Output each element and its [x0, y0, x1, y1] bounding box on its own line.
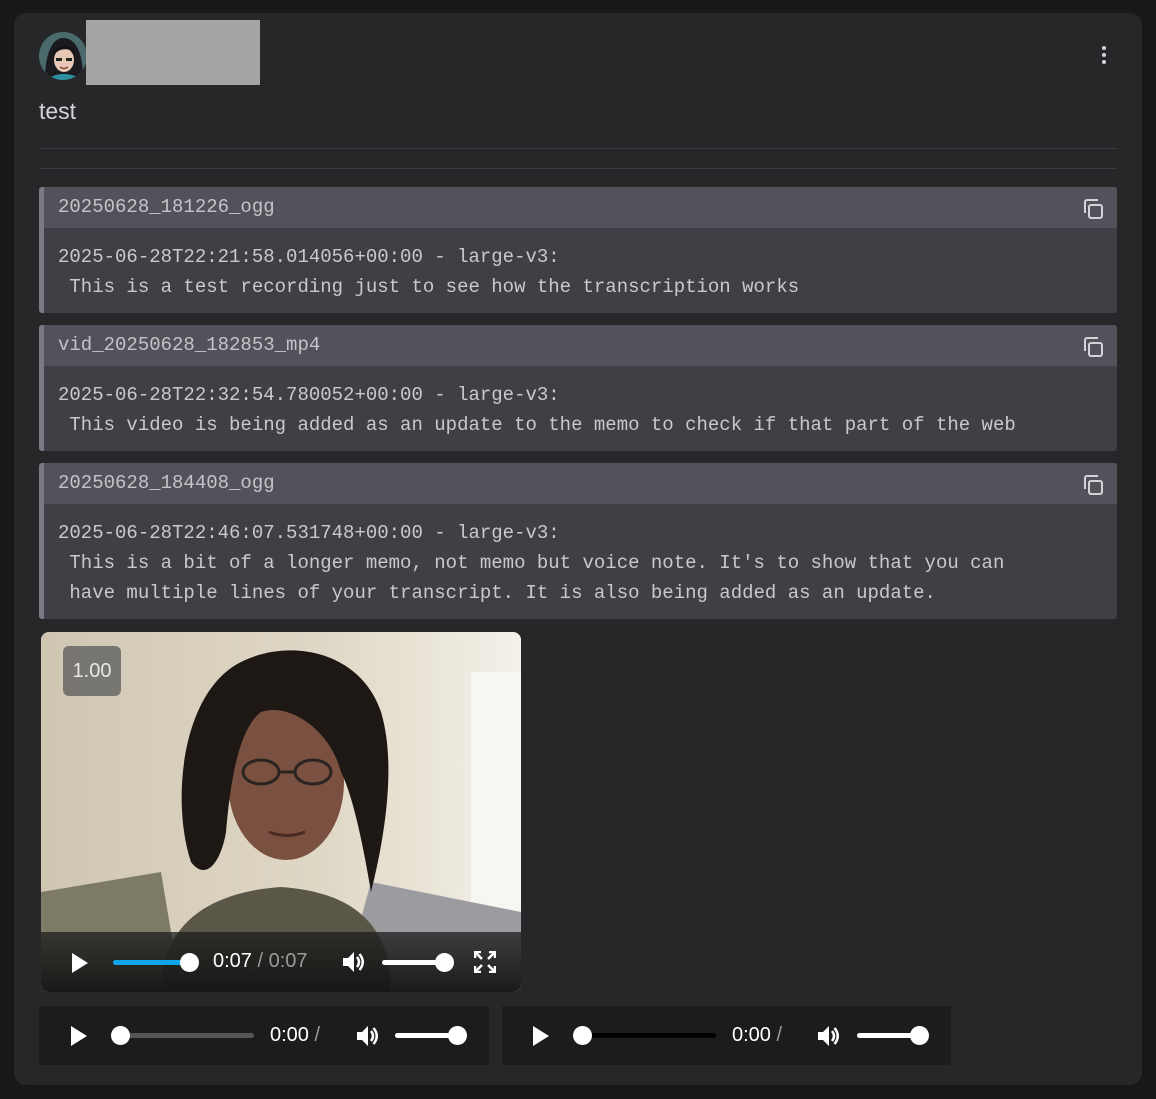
- kebab-menu-icon: [1102, 46, 1106, 50]
- volume-icon[interactable]: [354, 1023, 380, 1049]
- duration: 0:07: [268, 950, 308, 972]
- memo-card: test 20250628_181226_ogg 2025-06-28T22:2…: [14, 13, 1142, 1085]
- divider: [39, 148, 1117, 149]
- volume-handle[interactable]: [910, 1026, 929, 1045]
- audio-player[interactable]: 0:00 /: [39, 1006, 489, 1065]
- volume-slider[interactable]: [857, 1026, 929, 1045]
- current-time: 0:07: [213, 950, 252, 972]
- avatar[interactable]: [39, 32, 87, 80]
- seek-progress: [113, 960, 189, 965]
- transcript-block: vid_20250628_182853_mp4 2025-06-28T22:32…: [39, 325, 1117, 451]
- volume-handle[interactable]: [435, 953, 454, 972]
- time-separator: /: [770, 1024, 783, 1046]
- seek-handle[interactable]: [111, 1026, 130, 1045]
- play-icon[interactable]: [66, 1024, 90, 1048]
- seek-handle[interactable]: [573, 1026, 592, 1045]
- transcript-header: 20250628_184408_ogg: [44, 463, 1117, 504]
- copy-button[interactable]: [1081, 196, 1105, 220]
- volume-slider[interactable]: [395, 1026, 467, 1045]
- transcript-line: This is a bit of a longer memo, not memo…: [58, 552, 1005, 574]
- play-icon[interactable]: [67, 951, 91, 975]
- more-options-button[interactable]: [1092, 43, 1116, 73]
- time-display: 0:00 /: [732, 1024, 782, 1047]
- copy-icon: [1084, 475, 1103, 495]
- playback-speed-badge[interactable]: 1.00: [63, 646, 121, 696]
- copy-button[interactable]: [1081, 472, 1105, 496]
- copy-icon: [1084, 199, 1103, 219]
- transcript-filename: 20250628_184408_ogg: [58, 472, 275, 494]
- transcript-block: 20250628_184408_ogg 2025-06-28T22:46:07.…: [39, 463, 1117, 619]
- transcript-filename: vid_20250628_182853_mp4: [58, 334, 321, 356]
- transcript-line: This video is being added as an update t…: [58, 414, 1016, 436]
- video-controls: 0:07 / 0:07: [41, 932, 521, 992]
- post-title: test: [39, 98, 77, 124]
- seek-slider[interactable]: [113, 953, 199, 972]
- transcript-meta: 2025-06-28T22:46:07.531748+00:00 - large…: [58, 522, 560, 544]
- time-separator: /: [308, 1024, 321, 1046]
- seek-slider[interactable]: [111, 1026, 254, 1045]
- current-time: 0:00: [270, 1024, 309, 1046]
- time-separator: /: [251, 950, 269, 972]
- copy-icon: [1084, 337, 1103, 357]
- transcript-line: have multiple lines of your transcript. …: [58, 582, 936, 604]
- transcript-header: 20250628_181226_ogg: [44, 187, 1117, 228]
- volume-handle[interactable]: [448, 1026, 467, 1045]
- video-player[interactable]: 1.00 0:07 / 0:07: [41, 632, 521, 992]
- transcript-text: 2025-06-28T22:21:58.014056+00:00 - large…: [44, 228, 1117, 302]
- current-time: 0:00: [732, 1024, 771, 1046]
- transcript-block: 20250628_181226_ogg 2025-06-28T22:21:58.…: [39, 187, 1117, 313]
- play-icon[interactable]: [528, 1024, 552, 1048]
- transcript-filename: 20250628_181226_ogg: [58, 196, 275, 218]
- volume-icon[interactable]: [815, 1023, 841, 1049]
- transcript-text: 2025-06-28T22:32:54.780052+00:00 - large…: [44, 366, 1117, 440]
- transcript-line: This is a test recording just to see how…: [58, 276, 800, 298]
- volume-slider[interactable]: [382, 953, 454, 972]
- author-name-redacted: [86, 20, 260, 85]
- transcript-meta: 2025-06-28T22:21:58.014056+00:00 - large…: [58, 246, 560, 268]
- seek-slider[interactable]: [573, 1026, 716, 1045]
- transcript-header: vid_20250628_182853_mp4: [44, 325, 1117, 366]
- volume-icon[interactable]: [340, 949, 366, 975]
- fullscreen-icon[interactable]: [474, 951, 496, 973]
- time-display: 0:07 / 0:07: [213, 950, 308, 973]
- transcript-meta: 2025-06-28T22:32:54.780052+00:00 - large…: [58, 384, 560, 406]
- seek-handle[interactable]: [180, 953, 199, 972]
- transcript-text: 2025-06-28T22:46:07.531748+00:00 - large…: [44, 504, 1117, 608]
- copy-button[interactable]: [1081, 334, 1105, 358]
- audio-player[interactable]: 0:00 /: [502, 1006, 951, 1065]
- time-display: 0:00 /: [270, 1024, 320, 1047]
- divider: [39, 168, 1117, 169]
